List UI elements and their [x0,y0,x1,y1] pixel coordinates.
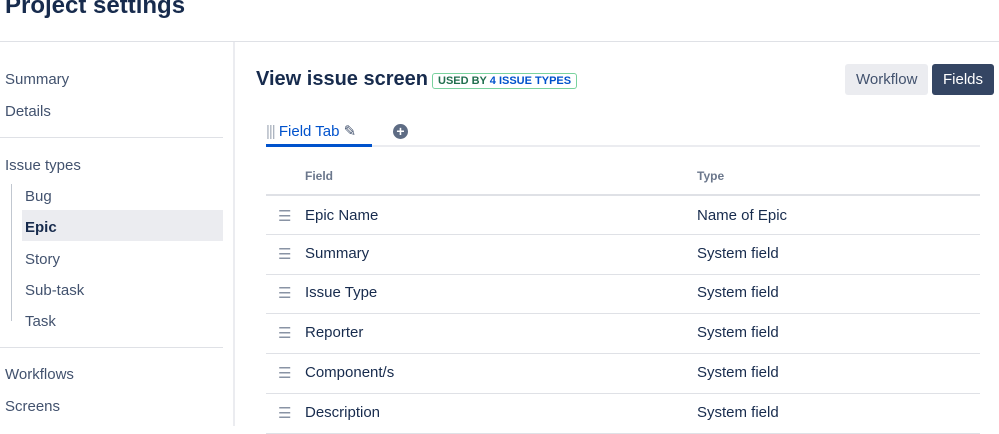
badge-text: USED BY [438,75,490,87]
tab-field-tab[interactable]: ||| Field Tab ✎ [266,122,356,140]
tab-label: Field Tab [278,123,340,140]
table-row: ☰ Component/s System field [266,353,980,394]
column-header-type: Type [697,169,725,183]
field-type: Name of Epic [697,207,788,224]
column-header-field: Field [305,169,334,183]
table-row: ☰ Description System field [266,393,980,434]
pencil-icon[interactable]: ✎ [344,123,357,140]
field-type: System field [697,363,779,381]
field-name: Epic Name [305,207,379,224]
field-name: Summary [305,244,370,262]
sidebar-item-sub-task[interactable]: Sub-task [25,282,84,299]
sidebar-item-details[interactable]: Details [5,103,51,120]
sidebar-item-story[interactable]: Story [25,251,60,268]
table-row: ☰ Summary System field [266,234,980,275]
field-type: System field [697,403,779,421]
drag-handle-icon[interactable]: ☰ [278,404,291,422]
drag-handle-icon[interactable]: ☰ [278,245,291,263]
field-name: Issue Type [305,284,378,302]
tree-line [11,184,12,321]
issue-types-link[interactable]: 4 ISSUE TYPES [490,75,571,87]
tab-bar [266,145,980,147]
field-name: Description [305,403,381,421]
table-row: ☰ Issue Type System field [266,273,980,315]
screen-title: View issue screen [256,68,428,90]
divider [0,137,223,138]
table-row: ☰ Reporter System field [266,313,980,355]
fields-button[interactable]: Fields [932,64,995,95]
sidebar-item-issue-types[interactable]: Issue types [5,157,81,174]
add-tab-icon[interactable]: + [393,124,408,139]
sidebar-item-task[interactable]: Task [25,313,56,330]
drag-handle-icon[interactable]: ☰ [278,324,291,342]
workflow-button[interactable]: Workflow [845,64,929,95]
sidebar-item-bug[interactable]: Bug [25,188,52,205]
usage-badge: USED BY 4 ISSUE TYPES [432,73,578,89]
sidebar-item-summary[interactable]: Summary [5,71,69,88]
table-row: ☰ Epic Name Name of Epic [266,194,980,235]
field-type: System field [697,244,779,262]
drag-handle-icon[interactable]: ||| [266,123,276,140]
drag-handle-icon[interactable]: ☰ [278,284,291,302]
sidebar: Summary Details Issue types Bug Epic Sto… [0,42,235,426]
field-type: System field [697,324,779,342]
sidebar-item-workflows[interactable]: Workflows [5,366,74,383]
drag-handle-icon[interactable]: ☰ [278,364,291,382]
active-tab-indicator [266,144,372,147]
field-type: System field [697,284,779,302]
field-name: Reporter [305,324,364,342]
field-name: Component/s [305,363,395,381]
page-title: Project settings [5,0,186,19]
divider [0,347,223,348]
drag-handle-icon[interactable]: ☰ [278,207,291,225]
sidebar-item-screens[interactable]: Screens [5,398,60,415]
sidebar-item-epic[interactable]: Epic [25,219,57,236]
